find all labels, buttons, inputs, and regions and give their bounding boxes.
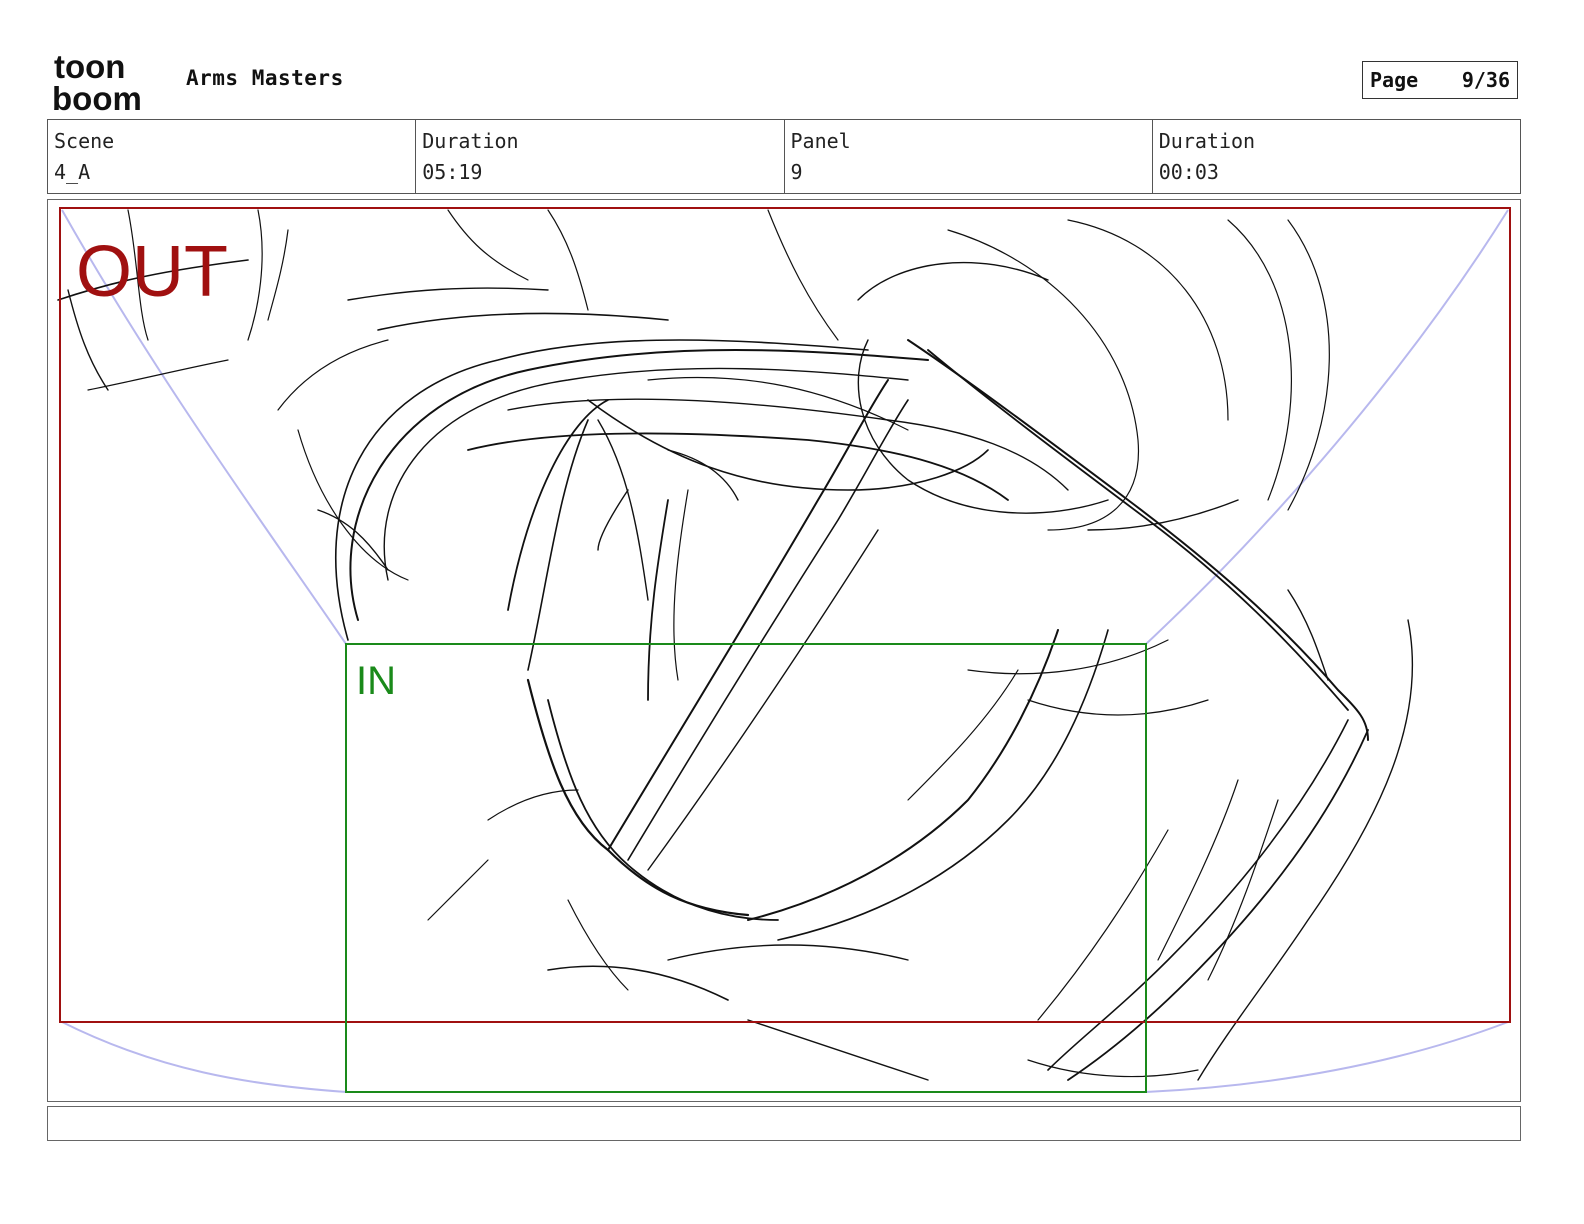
scene-duration-value: 05:19 <box>422 160 483 184</box>
in-frame <box>345 643 1147 1093</box>
panel-duration-label: Duration <box>1158 129 1256 153</box>
panel-cell: Panel 9 <box>785 120 1153 193</box>
panel-drawing: OUT IN <box>57 207 1511 1093</box>
panel-info-table: Scene 4_A Duration 05:19 Panel 9 Duratio… <box>47 119 1521 194</box>
scene-duration-cell: Duration 05:19 <box>416 120 785 193</box>
panel-caption-box <box>47 1106 1521 1141</box>
toon-boom-logo: toon boom <box>52 50 142 114</box>
out-label: OUT <box>76 232 228 312</box>
panel-value: 9 <box>790 160 803 184</box>
out-frame <box>59 207 1511 1023</box>
page-number: 9/36 <box>1461 68 1510 92</box>
project-title: Arms Masters <box>186 66 344 90</box>
storyboard-panel: OUT IN <box>47 199 1521 1102</box>
page-label: Page <box>1370 68 1419 92</box>
scene-cell: Scene 4_A <box>48 120 417 193</box>
camera-guide-lines <box>61 209 1509 1093</box>
page-header: toon boom Arms Masters Page 9/36 <box>0 0 1584 120</box>
in-label: IN <box>356 659 396 703</box>
scene-label: Scene <box>54 129 115 153</box>
panel-label: Panel <box>790 129 851 153</box>
scene-duration-label: Duration <box>422 129 519 153</box>
page-indicator: Page 9/36 <box>1362 61 1518 99</box>
panel-duration-value: 00:03 <box>1158 160 1219 184</box>
scene-value: 4_A <box>54 160 91 184</box>
logo-text-bottom: boom <box>52 80 142 114</box>
panel-duration-cell: Duration 00:03 <box>1153 120 1520 193</box>
